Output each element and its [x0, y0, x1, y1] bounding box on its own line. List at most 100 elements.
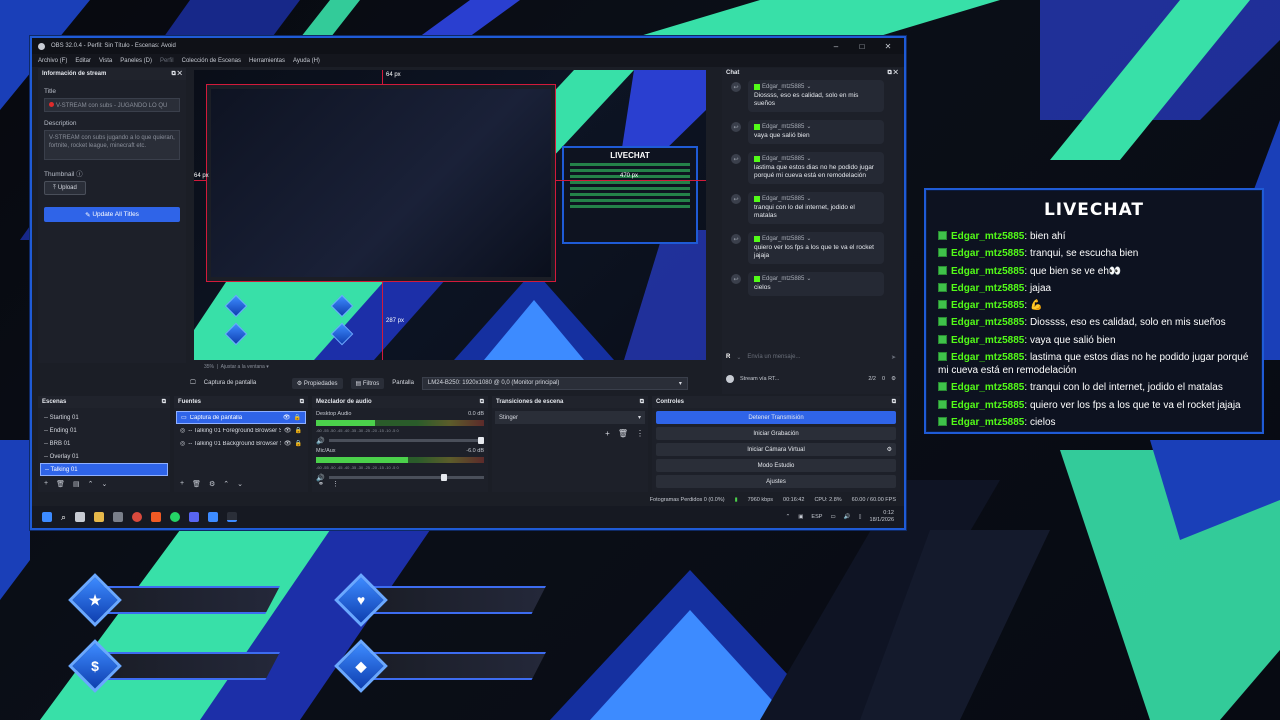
maximize-button[interactable]: □ [852, 42, 872, 51]
battery-icon[interactable]: ▯ [859, 514, 862, 520]
start-recording-button[interactable]: Iniciar Grabación [656, 427, 896, 440]
dock-close-icon[interactable]: ⧉ ✕ [171, 71, 182, 78]
reply-icon[interactable]: ↩ [731, 194, 741, 204]
chat-username[interactable]: Edgar_mtz5885 ⌄ [754, 83, 878, 90]
chrome-icon[interactable] [132, 512, 143, 522]
info-icon: ⓘ [76, 171, 83, 178]
close-button[interactable]: ✕ [878, 42, 898, 51]
link-icon[interactable]: ⚭ [318, 480, 324, 488]
volume-slider[interactable] [328, 437, 484, 444]
language-indicator[interactable]: ESP [811, 514, 822, 520]
discord-icon[interactable] [189, 512, 200, 522]
scene-item[interactable]: -- Starting 01 [40, 411, 168, 424]
reply-icon[interactable]: ↩ [731, 234, 741, 244]
menu-vista[interactable]: Vista [99, 58, 112, 64]
chat-dock: Chat ⧉ ✕ ↩ Edgar_mtz5885 ⌄ Diossss, eso es … [722, 68, 902, 394]
trash-icon[interactable]: 🗑 [192, 480, 201, 488]
update-all-titles-button[interactable]: ✎ Update All Titles [44, 207, 180, 222]
minimize-button[interactable]: – [826, 42, 846, 51]
filters-button[interactable]: ▤ Filtros [350, 377, 385, 389]
menu-perfil[interactable]: Perfil [160, 58, 174, 64]
reply-icon[interactable]: ↩ [731, 82, 741, 92]
file-explorer-icon[interactable] [94, 512, 105, 522]
settings-button[interactable]: Ajustes [656, 475, 896, 488]
network-icon[interactable]: ▭ [830, 514, 835, 520]
scene-item[interactable]: -- BRB 01 [40, 437, 168, 450]
menu-paneles[interactable]: Paneles (D) [120, 58, 152, 64]
gear-icon[interactable]: ⚙ [209, 480, 215, 488]
menu-ayuda[interactable]: Ayuda (H) [293, 58, 320, 64]
reply-icon[interactable]: ↩ [731, 154, 741, 164]
start-virtual-camera-button[interactable]: Iniciar Cámara Virtual ⚙ [656, 443, 896, 456]
dock-close-icon[interactable]: ⧉ ✕ [887, 70, 898, 77]
chat-username[interactable]: Edgar_mtz5885 ⌄ [754, 235, 878, 242]
source-item[interactable]: ◎ -- Talking 01 Foreground Browser S 👁 🔒 [176, 424, 306, 437]
volume-icon[interactable]: 🔊 [844, 514, 851, 520]
menu-coleccion[interactable]: Colección de Escenas [182, 58, 241, 64]
gear-icon[interactable]: ⚙ [887, 446, 892, 453]
lock-icon[interactable]: 🔒 [295, 440, 302, 447]
more-icon[interactable]: ⋮ [332, 480, 339, 488]
studio-mode-button[interactable]: Modo Estudio [656, 459, 896, 472]
app-icon[interactable] [208, 512, 219, 522]
eye-icon[interactable]: 👁 [284, 440, 292, 447]
properties-button[interactable]: ⚙ Propiedades [291, 377, 343, 389]
brave-icon[interactable] [151, 512, 162, 522]
eye-icon[interactable]: 👁 [284, 427, 292, 434]
scene-item[interactable]: -- Overlay 01 [40, 450, 168, 463]
chat-message-list[interactable]: ↩ Edgar_mtz5885 ⌄ Diossss, eso es calidad,… [726, 80, 896, 340]
task-view-icon[interactable] [75, 512, 86, 522]
chevron-up-icon[interactable]: ⌃ [786, 514, 791, 520]
preview-zoom[interactable]: 35% | Ajustar a la ventana ▾ [204, 364, 269, 370]
scene-item[interactable]: -- Ending 01 [40, 424, 168, 437]
chevron-up-icon[interactable]: ⌃ [88, 480, 94, 488]
taskbar-clock[interactable]: 0:12 18/1/2026 [870, 510, 894, 524]
add-icon[interactable]: + [180, 480, 184, 488]
chat-input[interactable]: Envía un mensaje... [747, 354, 885, 360]
chat-username[interactable]: Edgar_mtz5885 ⌄ [754, 123, 878, 130]
star-icon: ★ [88, 591, 102, 608]
tray-app-icon[interactable]: ▣ [798, 514, 803, 520]
chat-username[interactable]: Edgar_mtz5885 ⌄ [754, 195, 878, 202]
obs-taskbar-icon[interactable] [227, 512, 238, 522]
chat-username[interactable]: Edgar_mtz5885 ⌄ [754, 275, 878, 282]
filter-icon[interactable]: ▤ [73, 480, 80, 488]
trash-icon[interactable]: 🗑 [618, 429, 628, 438]
search-icon[interactable]: ⌕ [61, 512, 66, 523]
menu-herramientas[interactable]: Herramientas [249, 58, 285, 64]
stop-stream-button[interactable]: Detener Transmisión [656, 411, 896, 424]
chevron-down-icon[interactable]: ⌄ [237, 480, 243, 488]
reply-icon[interactable]: ↩ [731, 274, 741, 284]
source-item[interactable]: ◎ -- Talking 01 Background Browser S 👁 🔒 [176, 437, 306, 450]
windows-start-icon[interactable] [42, 512, 52, 522]
chevron-down-icon[interactable]: ⌄ [736, 354, 741, 361]
chevron-down-icon[interactable]: ⌄ [101, 480, 107, 488]
source-item[interactable]: ▭ Captura de pantalla 👁 🔒 [176, 411, 306, 424]
transition-select[interactable]: Stinger ▾ [495, 411, 645, 424]
description-textarea[interactable]: V-STREAM con subs jugando a lo que quier… [44, 130, 180, 160]
scene-item[interactable]: -- Talking 01 [40, 463, 168, 476]
volume-slider[interactable] [328, 474, 484, 481]
more-icon[interactable]: ⋮ [636, 429, 644, 438]
overlay-plate-4 [366, 652, 546, 680]
add-icon[interactable]: + [605, 429, 610, 438]
menu-editar[interactable]: Editar [75, 58, 91, 64]
speaker-icon[interactable]: 🔊 [316, 437, 325, 445]
send-icon[interactable]: ➤ [891, 354, 896, 361]
reply-icon[interactable]: ↩ [731, 122, 741, 132]
gear-icon[interactable]: ⚙ [891, 376, 896, 382]
lock-icon[interactable]: 🔒 [295, 427, 302, 434]
trash-icon[interactable]: 🗑 [56, 480, 65, 488]
screen-select[interactable]: LM24-B250: 1920x1080 @ 0,0 (Monitor prin… [421, 376, 688, 390]
chat-username[interactable]: Edgar_mtz5885 ⌄ [754, 155, 878, 162]
add-icon[interactable]: + [44, 480, 48, 488]
upload-button[interactable]: ⤒ Upload [44, 181, 86, 195]
whatsapp-icon[interactable] [170, 512, 181, 522]
title-input[interactable]: V-STREAM con subs - JUGANDO LO QU [44, 98, 180, 112]
eye-icon[interactable]: 👁 [283, 414, 291, 421]
lock-icon[interactable]: 🔒 [294, 414, 301, 421]
settings-icon[interactable] [113, 512, 124, 522]
preview-canvas[interactable]: LIVECHAT 64 px 64 px 470 px 287 px [194, 70, 706, 360]
chevron-up-icon[interactable]: ⌃ [223, 480, 229, 488]
menu-archivo[interactable]: Archivo (F) [38, 58, 67, 64]
